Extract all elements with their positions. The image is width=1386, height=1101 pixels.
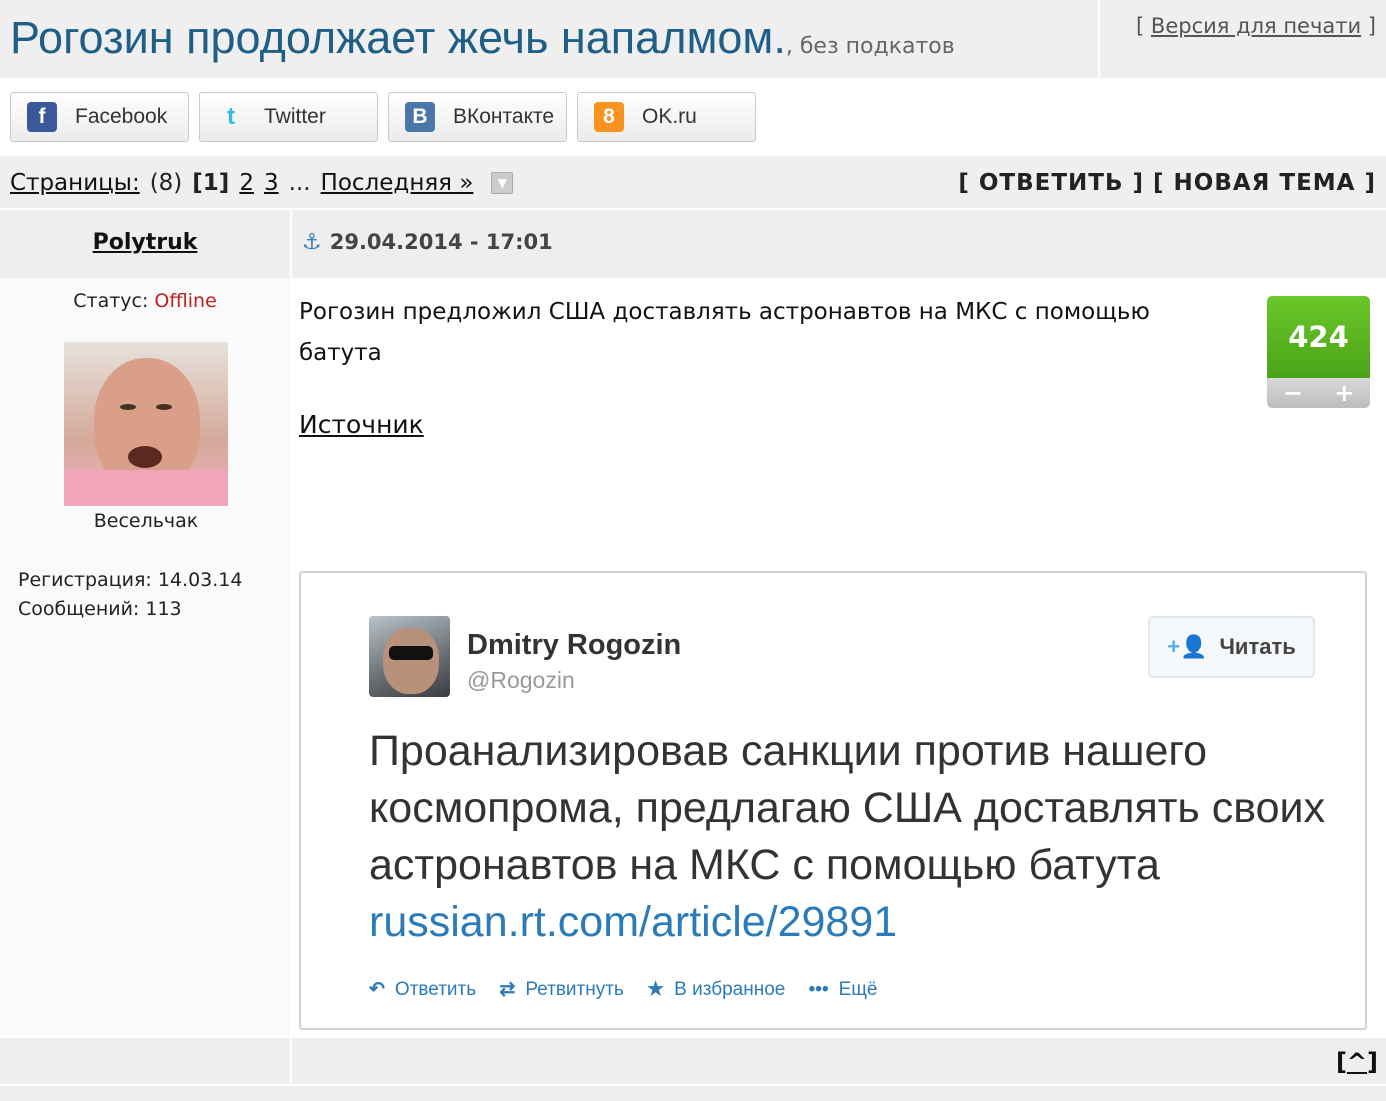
twitter-icon: t	[227, 103, 235, 130]
tweet-follow-label: Читать	[1219, 634, 1296, 659]
avatar-eye-left	[120, 404, 136, 410]
post-footer-right: [^]	[292, 1038, 1386, 1084]
tweet-author-name[interactable]: Dmitry Rogozin	[467, 629, 681, 662]
post-date: 29.04.2014 - 17:01	[329, 230, 553, 254]
page-2-link[interactable]: 2	[239, 170, 254, 196]
share-facebook-label: Facebook	[75, 105, 168, 128]
current-page: [1]	[192, 170, 230, 196]
share-bar: f Facebook t Twitter В ВКонтакте 8 OK.ru	[0, 82, 1386, 154]
author-registration: Регистрация: 14.03.14	[18, 569, 243, 591]
source-link[interactable]: Источник	[299, 410, 424, 439]
avatar	[64, 342, 228, 506]
reply-button[interactable]: [ ОТВЕТИТЬ ]	[958, 170, 1144, 196]
rating-controls: − +	[1267, 378, 1370, 408]
rating-minus-button[interactable]: −	[1283, 379, 1303, 407]
topic-description: , без подкатов	[785, 34, 955, 59]
author-rank: Весельчак	[93, 510, 199, 532]
reply-icon[interactable]: ↶	[369, 979, 385, 1000]
avatar-eye-right	[156, 404, 172, 410]
pages-ellipsis: ...	[288, 170, 311, 196]
pages-menu-link[interactable]: Страницы:	[10, 170, 140, 196]
print-bracket-open: [	[1136, 14, 1151, 38]
tweet-retweet-action[interactable]: Ретвитнуть	[525, 979, 623, 1000]
rating-plus-button[interactable]: +	[1334, 379, 1354, 407]
next-post-strip	[0, 1086, 1386, 1101]
post-body: Рогозин предложил США доставлять астрона…	[292, 278, 1386, 1036]
share-vk-button[interactable]: В ВКонтакте	[388, 92, 567, 142]
avatar-shirt	[64, 470, 228, 506]
tweet-link[interactable]: russian.rt.com/article/29891	[369, 898, 897, 946]
avatar-face	[94, 358, 200, 488]
print-bracket-close: ]	[1361, 14, 1376, 38]
author-name-link[interactable]: Polytruk	[93, 230, 198, 255]
tweet-more-action[interactable]: Ещё	[839, 979, 878, 1000]
topic-header: Рогозин продолжает жечь напалмом., без п…	[0, 0, 1386, 80]
tweet-actions: ↶ Ответить ⇄ Ретвитнуть ★ В избранное ••• Ещ…	[369, 978, 895, 1001]
new-topic-button[interactable]: [ НОВАЯ ТЕМА ]	[1153, 170, 1376, 196]
more-icon[interactable]: •••	[809, 979, 829, 1000]
share-ok-button[interactable]: 8 OK.ru	[577, 92, 756, 142]
tweet-author-handle[interactable]: @Rogozin	[467, 667, 575, 694]
print-version-link[interactable]: Версия для печати	[1151, 14, 1361, 38]
author-messages: Сообщений: 113	[18, 598, 182, 620]
star-icon[interactable]: ★	[647, 979, 664, 1000]
status-value: Offline	[154, 290, 217, 312]
rating-widget: 424 − +	[1267, 296, 1370, 408]
ok-icon: 8	[594, 102, 624, 132]
topic-title: Рогозин продолжает жечь напалмом.	[10, 12, 786, 63]
tweet-avatar[interactable]	[369, 616, 450, 697]
tweet-text-body: Проанализировав санкции против нашего ко…	[369, 727, 1326, 889]
share-ok-label: OK.ru	[642, 105, 697, 128]
status-label: Статус:	[73, 290, 155, 312]
pagination: Страницы: (8) [1] 2 3 ... Последняя » ▼	[10, 170, 514, 196]
print-version: [ Версия для печати ]	[1098, 0, 1386, 80]
chevron-down-icon[interactable]: ▼	[491, 172, 514, 194]
share-facebook-button[interactable]: f Facebook	[10, 92, 189, 142]
topic-actions: [ ОТВЕТИТЬ ] [ НОВАЯ ТЕМА ]	[958, 170, 1376, 196]
tweet-follow-button[interactable]: +👤 Читать	[1148, 616, 1315, 678]
post-author-header: Polytruk	[0, 210, 290, 278]
author-info: Статус: Offline Весельчак Регистрация: 1…	[0, 278, 290, 1036]
tweet-reply-action[interactable]: Ответить	[395, 979, 476, 1000]
author-stats: Регистрация: 14.03.14 Сообщений: 113	[18, 566, 242, 624]
facebook-icon: f	[27, 102, 57, 132]
avatar-mouth	[128, 446, 162, 468]
last-page-link[interactable]: Последняя »	[321, 170, 474, 196]
post-text: Рогозин предложил США доставлять астрона…	[299, 299, 1150, 366]
back-to-top-label: ^	[1346, 1048, 1368, 1076]
topic-title-wrap: Рогозин продолжает жечь напалмом., без п…	[10, 12, 955, 64]
share-vk-label: ВКонтакте	[453, 105, 555, 128]
tweet-avatar-glasses	[389, 646, 433, 660]
retweet-icon[interactable]: ⇄	[499, 979, 515, 1000]
tweet-avatar-head	[383, 628, 439, 694]
author-status: Статус: Offline	[0, 290, 290, 312]
anchor-icon[interactable]: ⚓	[302, 230, 322, 255]
tweet-favorite-action[interactable]: В избранное	[674, 979, 785, 1000]
share-twitter-label: Twitter	[264, 105, 326, 128]
share-twitter-button[interactable]: t Twitter	[199, 92, 378, 142]
embedded-tweet: Dmitry Rogozin @Rogozin +👤 Читать Проана…	[299, 571, 1367, 1030]
add-user-icon: +👤	[1167, 634, 1208, 659]
rating-value: 424	[1267, 296, 1370, 378]
pages-count: (8)	[149, 170, 183, 196]
back-to-top-link[interactable]: [^]	[1336, 1048, 1378, 1076]
page-3-link[interactable]: 3	[264, 170, 279, 196]
post-footer-left	[0, 1038, 290, 1084]
vk-icon: В	[405, 102, 435, 132]
post-date-header: ⚓ 29.04.2014 - 17:01	[292, 210, 1386, 278]
pagination-bar: Страницы: (8) [1] 2 3 ... Последняя » ▼ …	[0, 156, 1386, 210]
tweet-text: Проанализировав санкции против нашего ко…	[369, 723, 1329, 951]
